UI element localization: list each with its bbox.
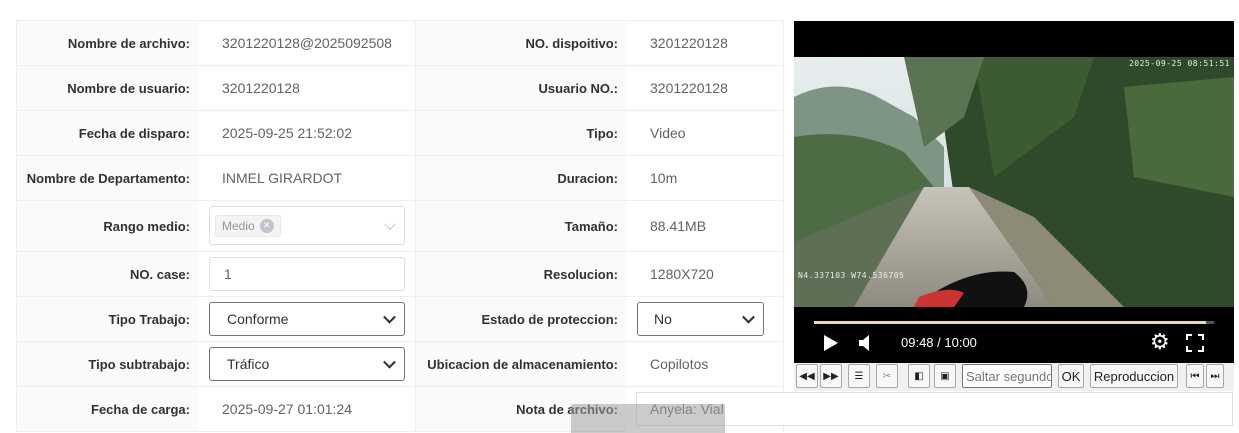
tipo-trabajo-label: Tipo Trabajo: bbox=[17, 297, 198, 342]
nombre-archivo-label: Nombre de archivo: bbox=[17, 21, 198, 66]
video-player[interactable]: 1320128_000000 2025-09-25 08:51:51 N4.33… bbox=[794, 21, 1234, 363]
ubicacion-label: Ubicacion de almacenamiento: bbox=[416, 342, 626, 387]
video-frame-image bbox=[794, 57, 1234, 307]
estado-proteccion-label: Estado de proteccion: bbox=[416, 297, 626, 342]
osd-gps: N4.337103 W74.536705 bbox=[798, 271, 905, 280]
tipo-value: Video bbox=[626, 111, 783, 156]
estado-proteccion-select[interactable]: No bbox=[637, 302, 764, 336]
rango-medio-tag: Medio ✕ bbox=[215, 214, 281, 237]
no-case-input[interactable]: 1 bbox=[209, 257, 405, 291]
gear-icon[interactable]: ⚙ bbox=[1150, 330, 1170, 354]
nota-archivo-input[interactable]: Anyela: Vial bbox=[636, 392, 1233, 426]
tamano-value: 88.41MB bbox=[626, 201, 783, 252]
ubicacion-value: Copilotos bbox=[626, 342, 783, 387]
tipo-subtrabajo-select[interactable]: Tráfico bbox=[209, 347, 405, 381]
play-icon[interactable] bbox=[824, 335, 838, 351]
fast-forward-icon[interactable]: ▶▶ bbox=[820, 364, 842, 388]
time-display: 09:48 / 10:00 bbox=[901, 335, 977, 350]
tipo-label: Tipo: bbox=[416, 111, 626, 156]
frame-forward-icon[interactable]: ▣ bbox=[934, 364, 956, 388]
tag-remove-icon[interactable]: ✕ bbox=[259, 218, 274, 233]
departamento-label: Nombre de Departamento: bbox=[17, 156, 198, 201]
duracion-value: 10m bbox=[626, 156, 783, 201]
volume-icon[interactable] bbox=[859, 335, 873, 351]
rewind-icon[interactable]: ◀◀ bbox=[796, 364, 818, 388]
hover-overlay bbox=[571, 404, 725, 433]
nombre-usuario-label: Nombre de usuario: bbox=[17, 66, 198, 111]
nombre-usuario-value: 3201220128 bbox=[198, 66, 415, 111]
rango-medio-select[interactable]: Medio ✕ bbox=[209, 206, 405, 245]
chevron-down-icon bbox=[742, 310, 755, 324]
resolucion-label: Resolucion: bbox=[416, 252, 626, 297]
no-dispositivo-value: 3201220128 bbox=[626, 21, 783, 66]
no-case-label: NO. case: bbox=[17, 252, 198, 297]
progress-fill bbox=[814, 321, 1206, 324]
osd-device-id: 1320128_000000 bbox=[798, 59, 873, 68]
tipo-subtrabajo-value: Tráfico bbox=[227, 356, 270, 372]
chevron-down-icon bbox=[383, 310, 396, 324]
fecha-carga-label: Fecha de carga: bbox=[17, 387, 198, 432]
list-icon[interactable]: ☰ bbox=[848, 364, 870, 388]
estado-proteccion-value: No bbox=[654, 311, 672, 327]
chevron-down-icon bbox=[384, 218, 396, 230]
tipo-trabajo-select[interactable]: Conforme bbox=[209, 302, 405, 336]
tamano-label: Tamaño: bbox=[416, 201, 626, 252]
osd-timestamp: 2025-09-25 08:51:51 bbox=[1128, 59, 1230, 68]
departamento-value: INMEL GIRARDOT bbox=[198, 156, 415, 201]
tipo-subtrabajo-label: Tipo subtrabajo: bbox=[17, 342, 198, 387]
fullscreen-icon[interactable] bbox=[1186, 334, 1204, 352]
video-toolbar: ◀◀ ▶▶ ☰ ✂ ◧ ▣ Saltar segundos OK Reprodu… bbox=[794, 363, 1234, 391]
fecha-disparo-value: 2025-09-25 21:52:02 bbox=[198, 111, 415, 156]
seek-seconds-input[interactable]: Saltar segundos bbox=[962, 364, 1052, 388]
usuario-no-label: Usuario NO.: bbox=[416, 66, 626, 111]
nombre-archivo-value: 3201220128@2025092508 bbox=[198, 21, 415, 66]
chevron-down-icon bbox=[383, 355, 396, 369]
duracion-label: Duracion: bbox=[416, 156, 626, 201]
fecha-carga-value: 2025-09-27 01:01:24 bbox=[198, 387, 415, 432]
tipo-trabajo-value: Conforme bbox=[227, 311, 289, 327]
playback-button[interactable]: Reproduccion bbox=[1090, 364, 1178, 388]
fecha-disparo-label: Fecha de disparo: bbox=[17, 111, 198, 156]
progress-track[interactable] bbox=[814, 321, 1214, 324]
rango-medio-label: Rango medio: bbox=[17, 201, 198, 252]
skip-start-icon[interactable]: ⏮ bbox=[1186, 364, 1204, 388]
rango-medio-tag-label: Medio bbox=[222, 218, 255, 233]
frame-back-icon[interactable]: ◧ bbox=[908, 364, 930, 388]
ok-button[interactable]: OK bbox=[1058, 364, 1084, 388]
scissors-icon[interactable]: ✂ bbox=[876, 364, 898, 388]
usuario-no-value: 3201220128 bbox=[626, 66, 783, 111]
resolucion-value: 1280X720 bbox=[626, 252, 783, 297]
skip-end-icon[interactable]: ⏭ bbox=[1206, 364, 1224, 388]
no-dispositivo-label: NO. dispoitivo: bbox=[416, 21, 626, 66]
video-frame: 1320128_000000 2025-09-25 08:51:51 N4.33… bbox=[794, 57, 1234, 307]
